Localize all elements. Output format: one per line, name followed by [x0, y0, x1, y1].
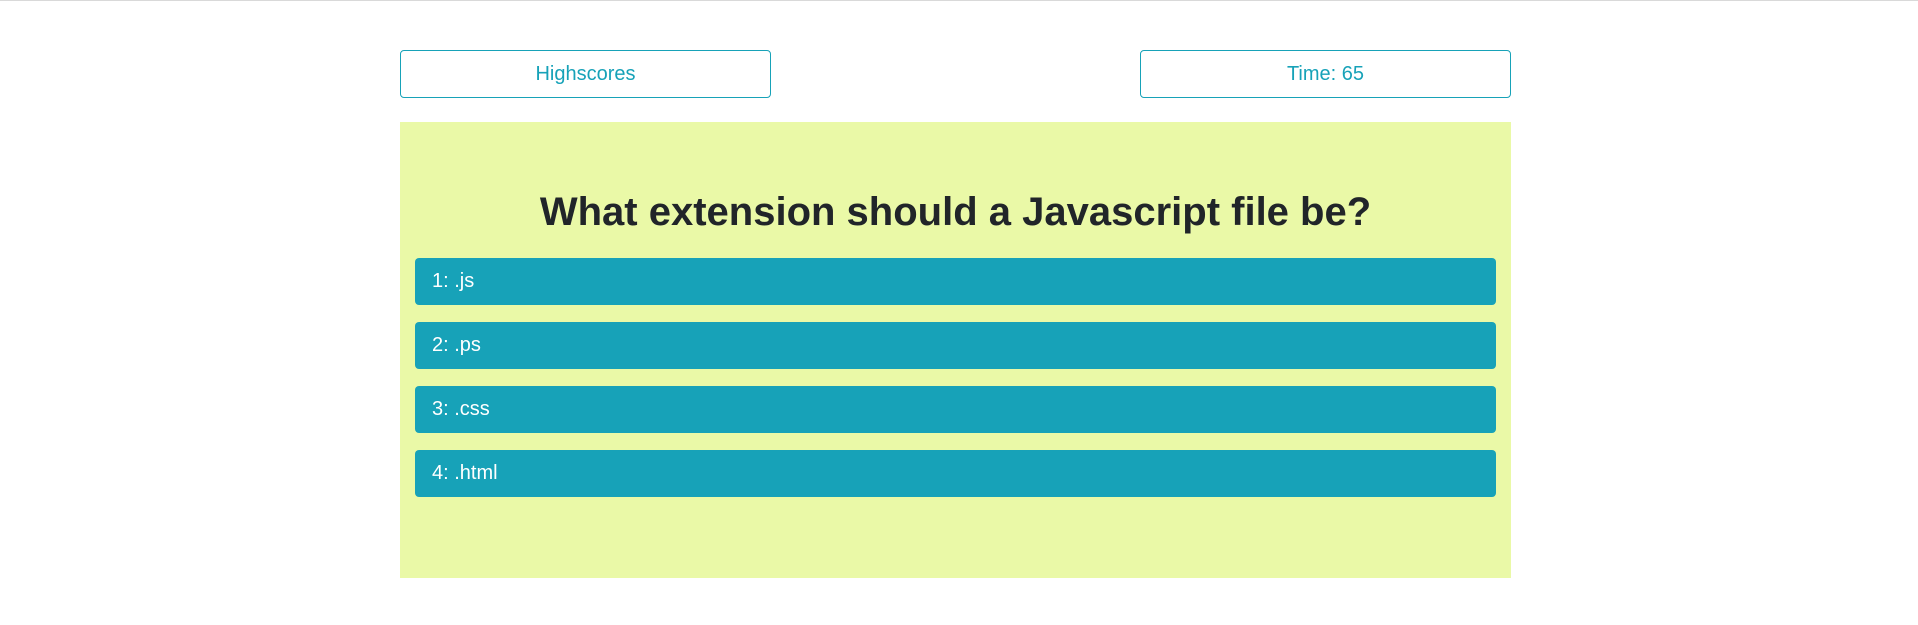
timer-value: 65: [1341, 63, 1365, 85]
answer-button-4[interactable]: 4: .html: [415, 450, 1496, 497]
header-bar: Highscores Time: 65: [400, 50, 1511, 98]
answer-text: .js: [454, 270, 475, 292]
timer-label: Time:: [1286, 63, 1337, 85]
question-card: What extension should a Javascript file …: [400, 122, 1511, 578]
timer-display: Time: 65: [1140, 50, 1511, 98]
highscores-label: Highscores: [535, 63, 636, 85]
answer-list: 1: .js 2: .ps 3: .css 4: .html: [415, 258, 1496, 514]
answer-number: 1:: [432, 270, 449, 292]
answer-number: 4:: [432, 462, 449, 484]
answer-button-3[interactable]: 3: .css: [415, 386, 1496, 433]
answer-text: .ps: [454, 334, 481, 356]
answer-number: 3:: [432, 398, 449, 420]
top-divider: [0, 0, 1918, 1]
answer-number: 2:: [432, 334, 449, 356]
answer-button-1[interactable]: 1: .js: [415, 258, 1496, 305]
answer-text: .html: [454, 462, 498, 484]
question-title: What extension should a Javascript file …: [539, 190, 1372, 234]
answer-button-2[interactable]: 2: .ps: [415, 322, 1496, 369]
highscores-button[interactable]: Highscores: [400, 50, 771, 98]
answer-text: .css: [454, 398, 490, 420]
